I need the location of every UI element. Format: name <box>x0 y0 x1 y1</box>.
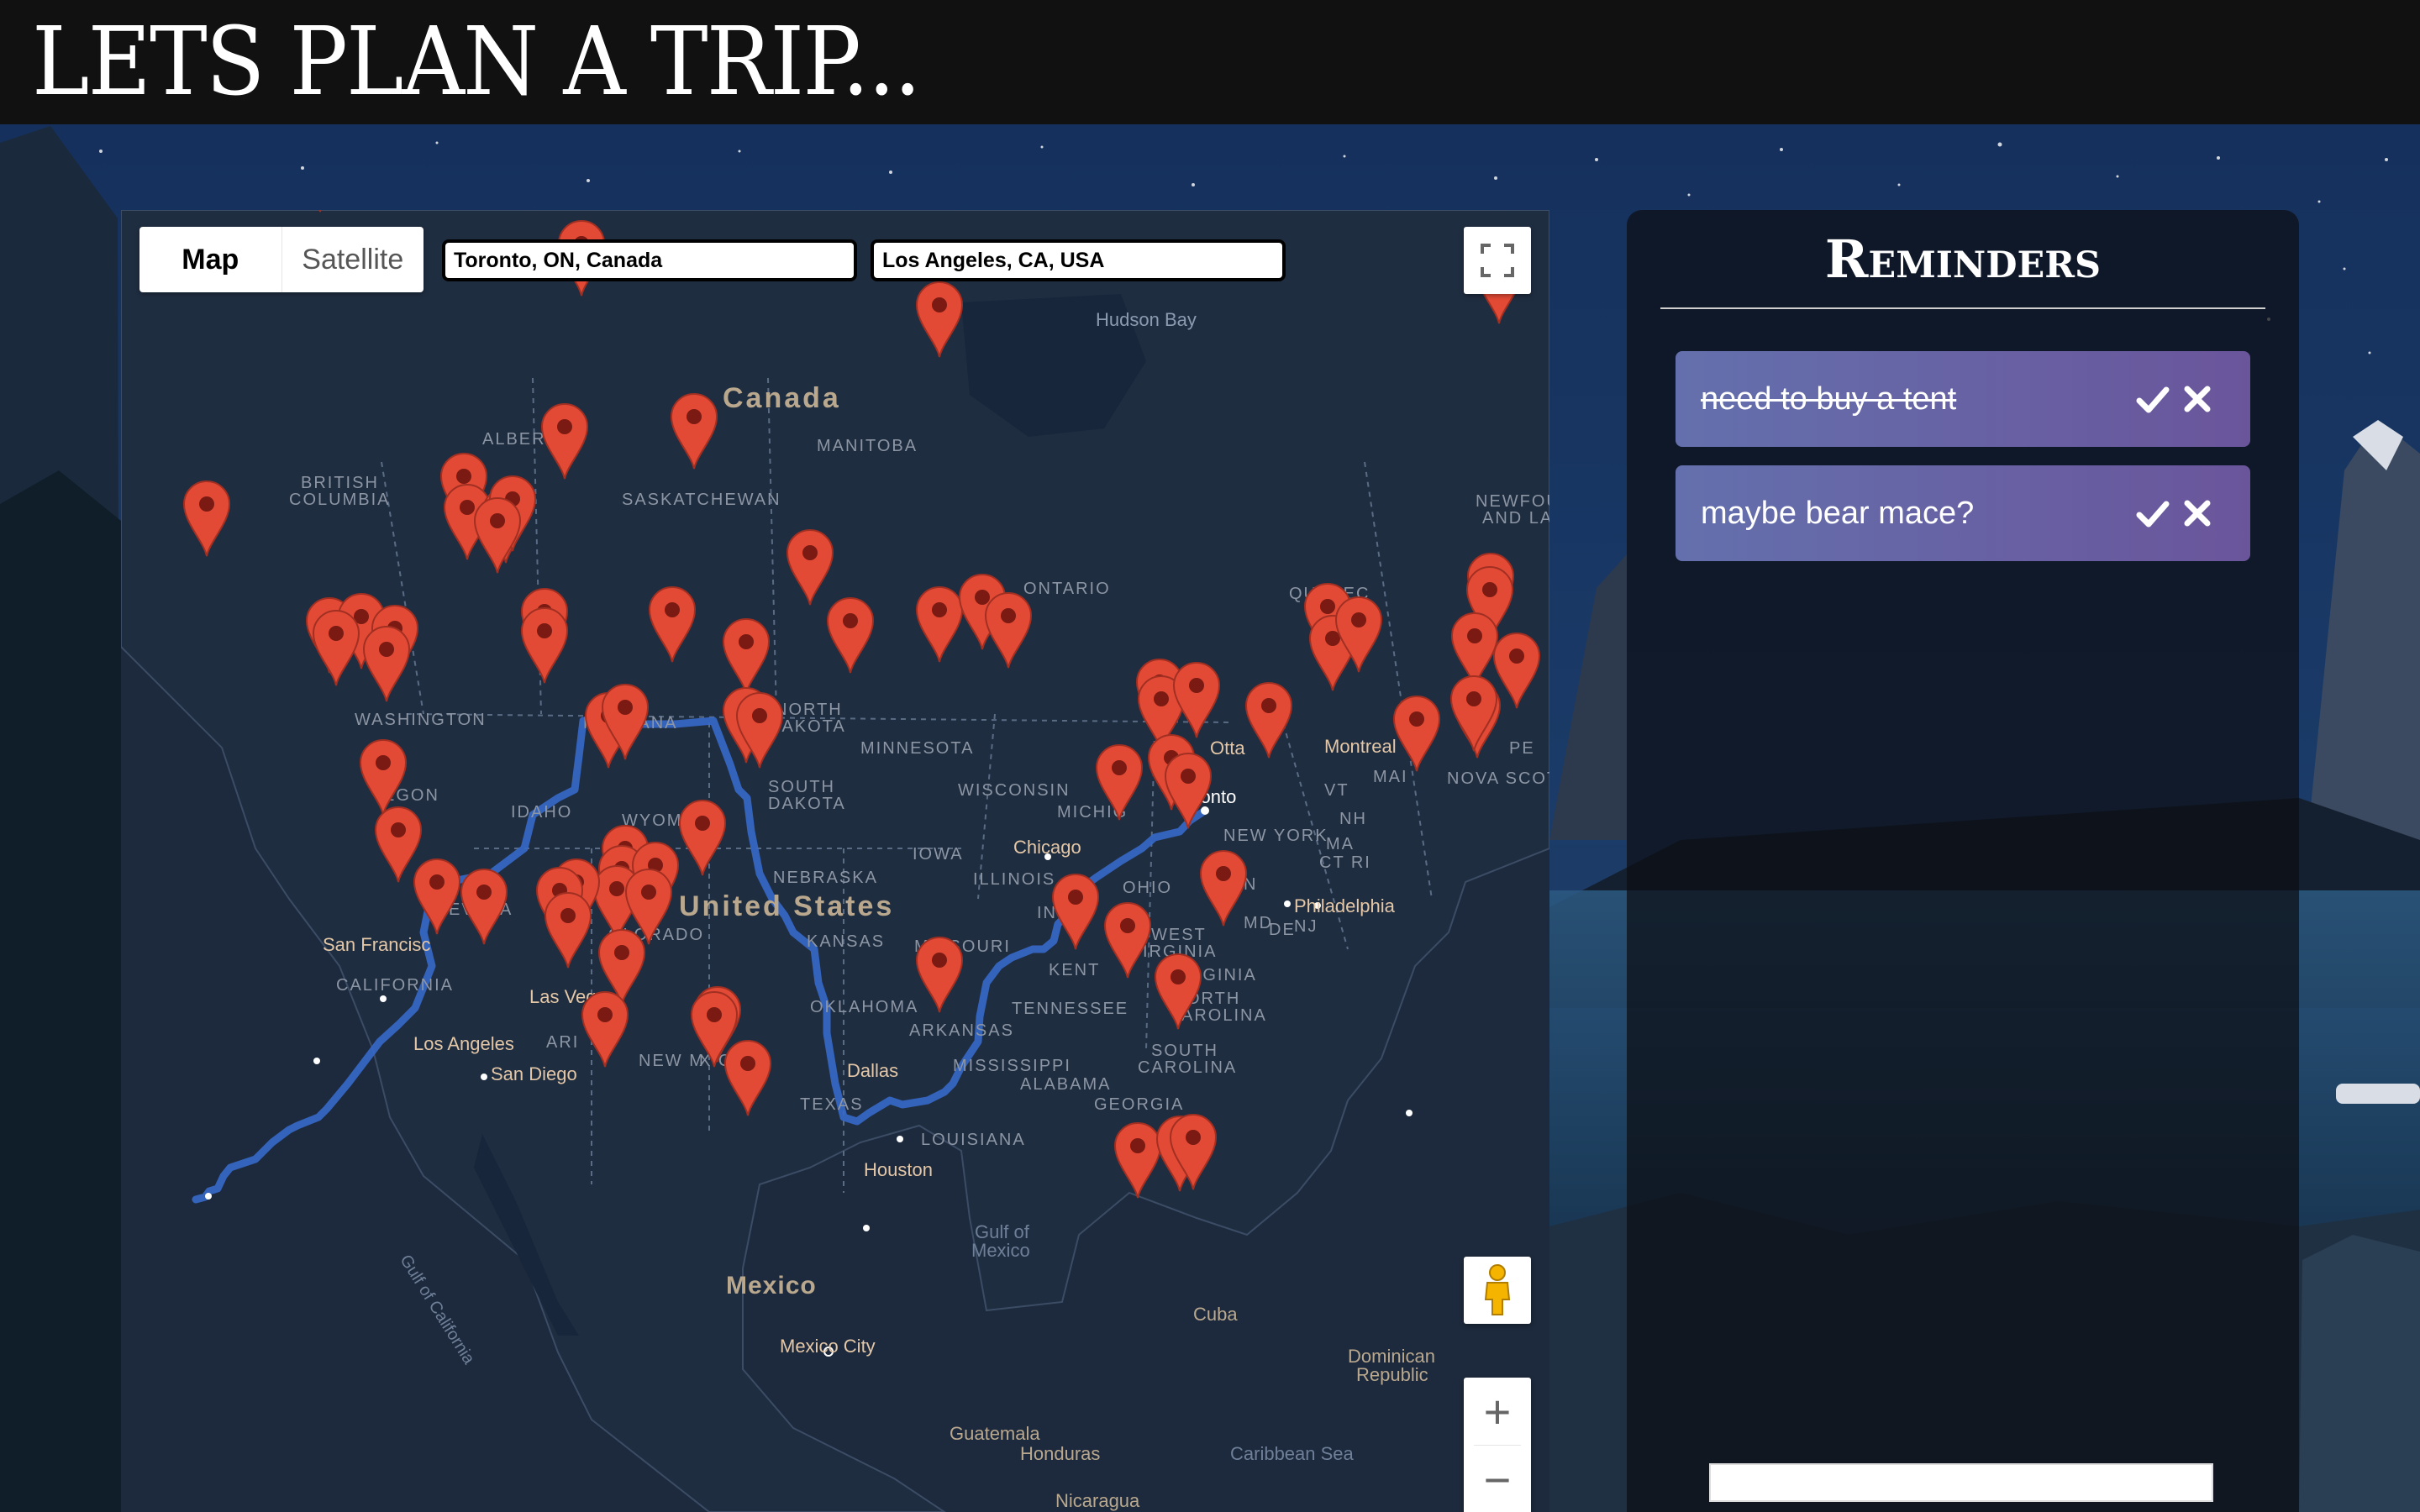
map-marker-icon[interactable] <box>1199 850 1248 927</box>
map-marker-icon[interactable] <box>722 618 771 695</box>
page-header: LETS PLAN A TRIP... <box>0 0 2420 124</box>
map-marker-icon[interactable] <box>540 403 589 480</box>
map-marker-icon[interactable] <box>1095 744 1144 821</box>
map-marker-icon[interactable] <box>1244 682 1293 759</box>
check-icon[interactable] <box>2136 383 2170 417</box>
map-marker-icon[interactable] <box>1051 874 1100 950</box>
fullscreen-button[interactable] <box>1464 227 1531 294</box>
reminder-item: maybe bear mace? <box>1676 465 2250 561</box>
map-markers <box>182 210 1541 1199</box>
map-marker-icon[interactable] <box>312 610 360 686</box>
reminder-text: need to buy a tent <box>1701 381 1957 417</box>
origin-input[interactable] <box>442 239 857 281</box>
zoom-in-button[interactable]: + <box>1464 1378 1531 1445</box>
map-marker-icon[interactable] <box>984 592 1033 669</box>
check-icon[interactable] <box>2136 497 2170 531</box>
map-marker-icon[interactable] <box>826 597 875 674</box>
destination-input[interactable] <box>871 239 1286 281</box>
map-marker-icon[interactable] <box>1449 675 1498 752</box>
reminder-item: need to buy a tent <box>1676 351 2250 447</box>
map-marker-icon[interactable] <box>473 497 522 574</box>
map-marker-icon[interactable] <box>544 892 592 969</box>
map-marker-icon[interactable] <box>1164 753 1213 829</box>
reminders-panel: Reminders need to buy a tent maybe bear … <box>1627 210 2299 1512</box>
map-marker-icon[interactable] <box>723 1040 772 1116</box>
map-marker-icon[interactable] <box>915 281 964 358</box>
map-marker-icon[interactable] <box>581 991 629 1068</box>
fullscreen-icon <box>1481 244 1514 277</box>
map-marker-icon[interactable] <box>1392 696 1441 772</box>
zoom-control: + − <box>1464 1378 1531 1512</box>
map-marker-icon[interactable] <box>1492 633 1541 709</box>
route-map[interactable]: Hudson Bay Canada ALBERTA MANITOBA BRITISH CO… <box>121 210 1549 1512</box>
close-icon[interactable] <box>2183 499 2212 528</box>
map-marker-icon[interactable] <box>359 739 408 816</box>
page-title: LETS PLAN A TRIP... <box>32 8 922 117</box>
map-type-satellite-button[interactable]: Satellite <box>282 227 424 292</box>
reminders-divider <box>1660 307 2265 309</box>
reminders-title: Reminders <box>1824 228 2102 290</box>
street-view-pegman-button[interactable] <box>1464 1257 1531 1324</box>
new-reminder-input[interactable] <box>1709 1463 2213 1502</box>
pegman-icon <box>1484 1264 1511 1315</box>
map-marker-icon[interactable] <box>182 480 231 557</box>
map-marker-icon[interactable] <box>915 586 964 663</box>
map-marker-icon[interactable] <box>520 607 569 684</box>
map-marker-icon[interactable] <box>670 393 718 470</box>
map-type-control: Map Satellite <box>139 227 424 292</box>
map-type-map-button[interactable]: Map <box>139 227 282 292</box>
map-marker-icon[interactable] <box>678 800 727 876</box>
reminder-text: maybe bear mace? <box>1701 496 1975 531</box>
zoom-out-button[interactable]: − <box>1464 1446 1531 1512</box>
map-marker-icon[interactable] <box>1172 662 1221 738</box>
close-icon[interactable] <box>2183 385 2212 413</box>
map-marker-icon[interactable] <box>1154 953 1202 1030</box>
map-marker-icon[interactable] <box>297 210 343 213</box>
map-marker-icon[interactable] <box>362 626 411 702</box>
map-marker-icon[interactable] <box>374 806 423 883</box>
map-marker-icon[interactable] <box>786 529 834 606</box>
map-marker-icon[interactable] <box>1113 1122 1162 1199</box>
map-marker-icon[interactable] <box>648 586 697 663</box>
map-marker-icon[interactable] <box>460 869 508 945</box>
map-marker-icon[interactable] <box>413 858 461 935</box>
map-marker-icon[interactable] <box>1103 902 1152 979</box>
map-marker-icon[interactable] <box>915 937 964 1013</box>
